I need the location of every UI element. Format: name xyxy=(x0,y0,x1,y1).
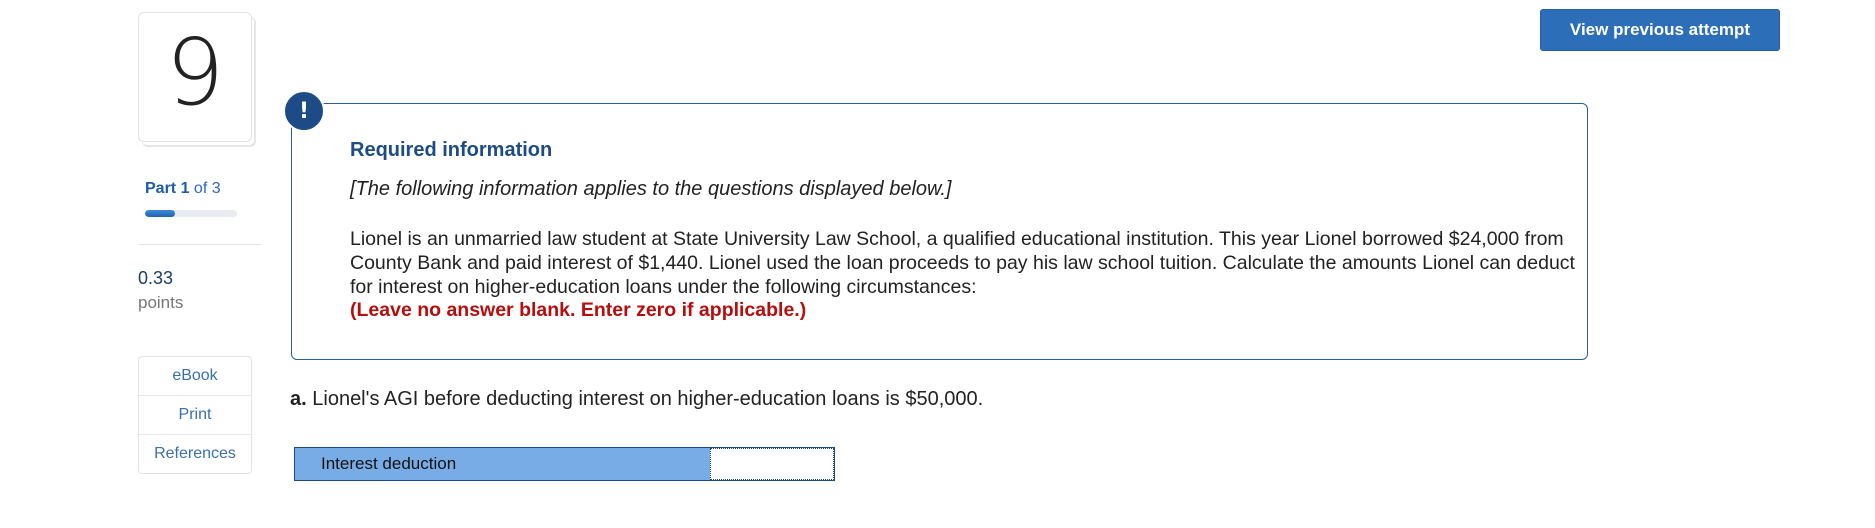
required-info-body: Lionel is an unmarried law student at St… xyxy=(350,228,1575,298)
alert-icon: ! xyxy=(283,90,325,132)
ebook-link[interactable]: eBook xyxy=(139,357,251,396)
question-page: 9 Part 1 of 3 0.33 points eBook Print Re… xyxy=(0,0,1875,528)
part-progress-fill xyxy=(145,210,176,217)
points-value: 0.33 xyxy=(138,268,174,288)
required-info-note: [The following information applies to th… xyxy=(350,178,952,200)
part-current: Part 1 xyxy=(145,180,190,197)
interest-deduction-label: Interest deduction xyxy=(295,448,710,480)
question-part-a: a. Lionel's AGI before deducting interes… xyxy=(290,388,983,411)
question-number-card: 9 xyxy=(138,12,252,142)
points-label: points xyxy=(138,293,184,312)
references-link[interactable]: References xyxy=(139,435,251,473)
interest-deduction-input[interactable] xyxy=(710,448,834,480)
question-number: 9 xyxy=(165,19,225,126)
required-info-title: Required information xyxy=(350,139,553,161)
tools-panel: eBook Print References xyxy=(138,356,252,474)
part-progress-bar xyxy=(145,210,237,217)
part-total: of 3 xyxy=(193,180,221,197)
part-a-letter: a. xyxy=(290,388,307,410)
required-info-warning: (Leave no answer blank. Enter zero if ap… xyxy=(350,299,807,321)
print-link[interactable]: Print xyxy=(139,396,251,435)
view-previous-attempt-button[interactable]: View previous attempt xyxy=(1540,9,1780,51)
part-indicator: Part 1 of 3 xyxy=(145,180,221,198)
answer-table: Interest deduction xyxy=(294,447,835,481)
left-divider xyxy=(138,244,262,245)
part-a-text: Lionel's AGI before deducting interest o… xyxy=(312,388,984,410)
